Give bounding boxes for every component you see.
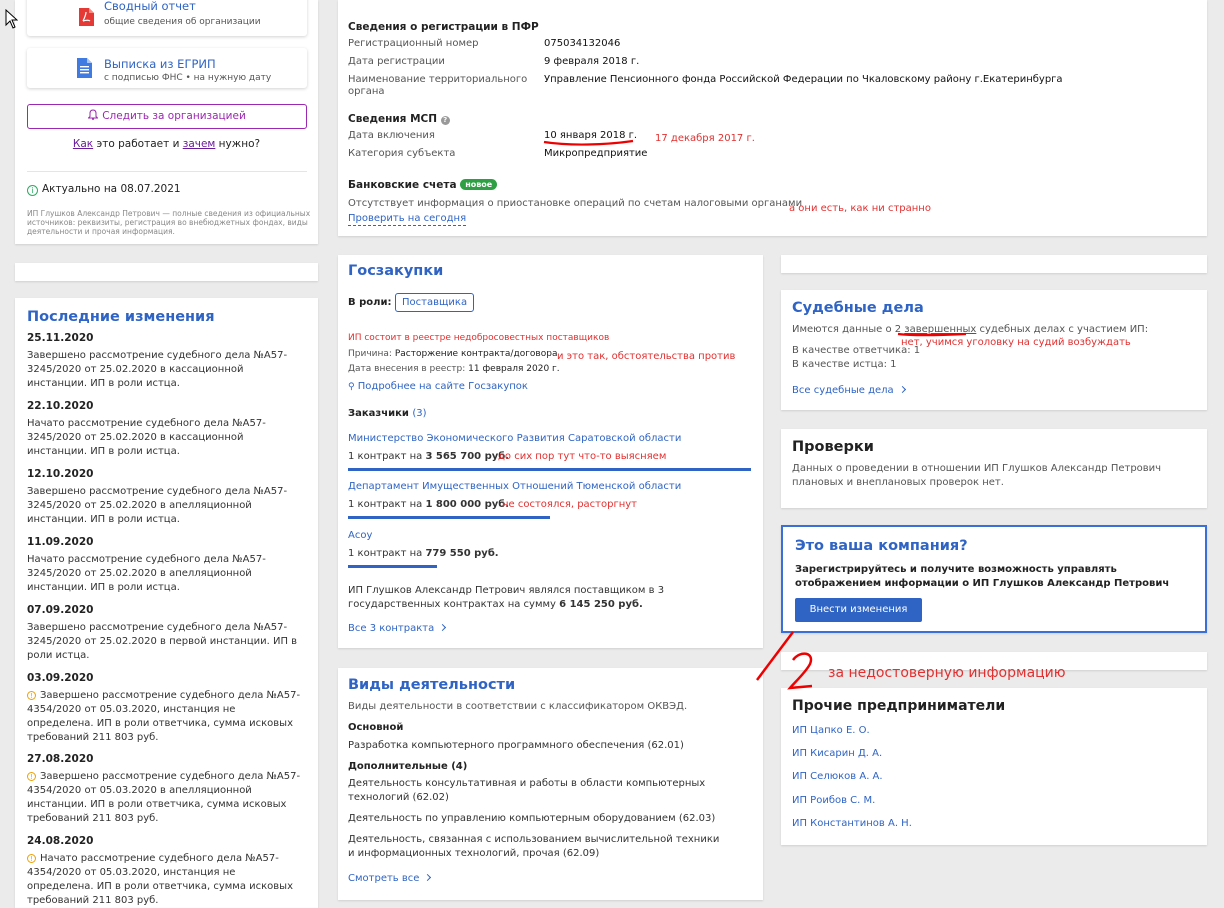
annotation-contract1: до сих пор тут что-то выясняем [498,451,667,462]
annotation-bank: а они есть, как ни странно [789,203,931,214]
mouse-cursor-icon [5,9,18,29]
annotation-msp-date: 17 декабря 2017 г. [655,133,755,144]
annotation-reason: и это так, обстоятельства против [557,351,736,362]
annotation-court: нет, учимся уголовку на судий возбуждать [901,337,1131,348]
annotation-bottom: за недостоверную информацию [828,665,1066,681]
annotation-contract2: не состоялся, расторгнут [502,499,638,510]
